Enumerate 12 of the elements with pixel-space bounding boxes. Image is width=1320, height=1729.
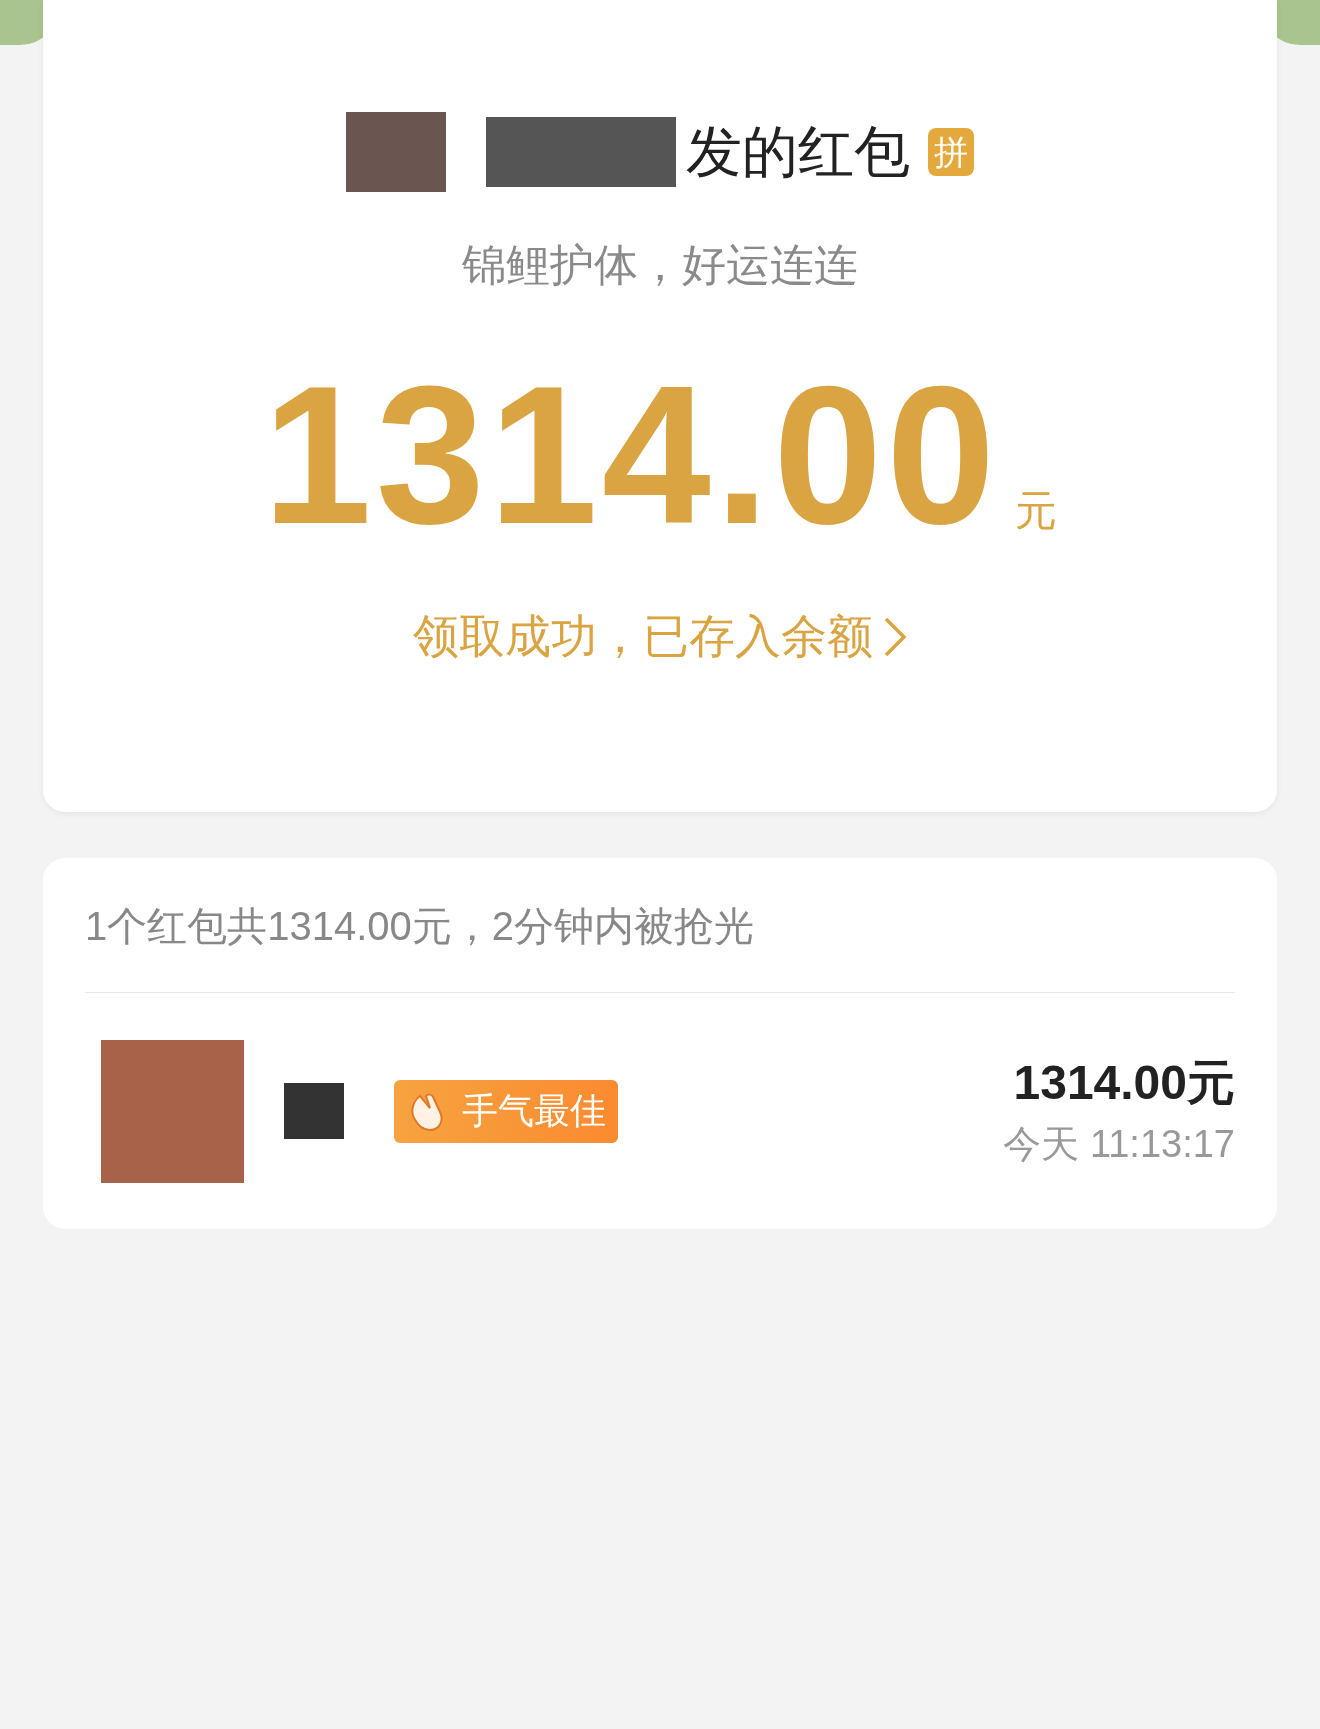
- best-luck-badge: 手气最佳: [394, 1079, 618, 1143]
- amount-text: 1314.00: [262, 358, 1000, 554]
- received-time: 今天 11:13:17: [1003, 1125, 1235, 1163]
- chevron-right-icon: [883, 615, 907, 658]
- wish-text: 锦鲤护体，好运连连: [462, 239, 858, 291]
- currency-unit: 元: [1015, 486, 1058, 536]
- received-amount: 1314.00元: [1013, 1059, 1235, 1107]
- balance-link[interactable]: 领取成功，已存入余额: [413, 602, 907, 671]
- group-badge: 拼: [928, 128, 974, 176]
- packet-title: 发的红包: [686, 124, 910, 180]
- summary-text: 1个红包共1314.00元，2分钟内被抢光: [85, 858, 1235, 993]
- redacted-name: [284, 1083, 344, 1139]
